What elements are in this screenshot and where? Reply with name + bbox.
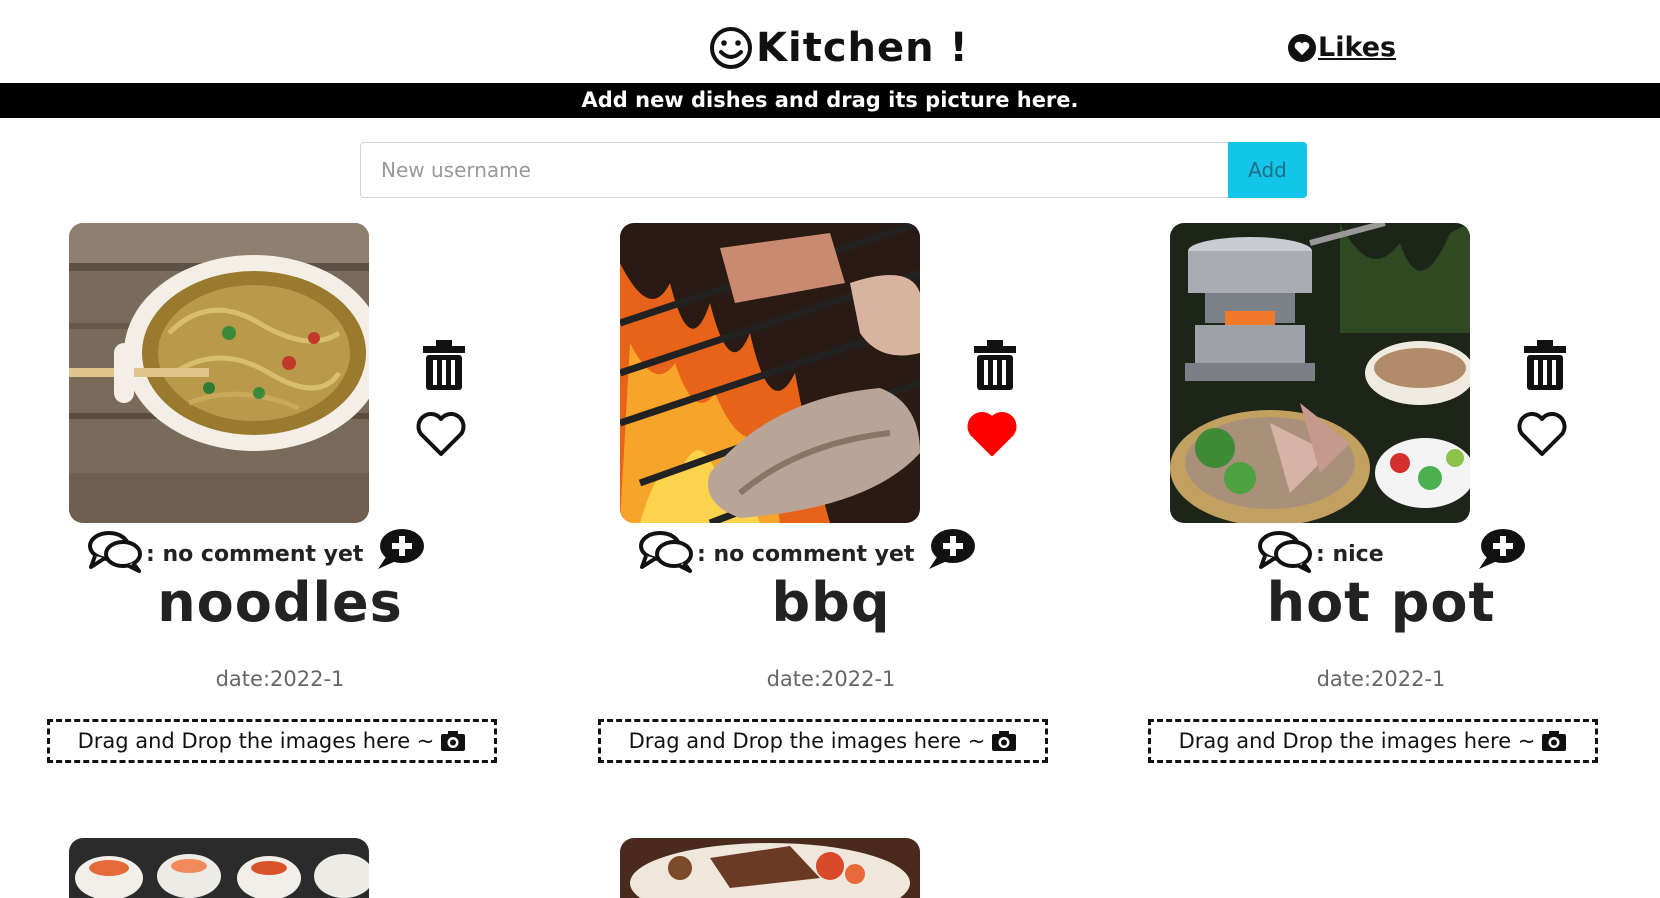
trash-icon[interactable] [1522,340,1568,390]
like-heart-icon[interactable] [415,410,467,458]
header: Kitchen ! Likes [0,0,1660,83]
add-comment-icon[interactable] [376,527,426,573]
dish-photo-partial-sushi [69,838,369,898]
image-drop-zone[interactable]: Drag and Drop the images here ~ [47,719,497,763]
comments-icon [639,531,693,573]
comment-row: : nice [1101,527,1660,573]
add-comment-icon[interactable] [927,527,977,573]
liked-heart-icon[interactable] [966,410,1018,458]
brand-title: Kitchen ! [756,25,969,71]
camera-icon [992,731,1017,751]
smiley-icon [710,27,752,69]
dish-photo-noodles [69,223,369,523]
dish-date: date:2022-1 [215,667,345,691]
dish-photo-hot-pot [1170,223,1470,523]
banner: Add new dishes and drag its picture here… [0,83,1660,118]
comment-text: : no comment yet [697,542,915,567]
comment-text: : no comment yet [146,542,364,567]
add-comment-icon[interactable] [1477,527,1527,573]
heart-icon [1288,33,1316,62]
dish-card-bbq: : no comment yet bbq date:2022-1 Drag an… [551,223,1111,783]
drop-zone-label: Drag and Drop the images here ~ [628,729,986,753]
dish-name: bbq [771,571,891,634]
dish-card-noodles: : no comment yet noodles date:2022-1 Dra… [0,223,560,783]
trash-icon[interactable] [421,340,467,390]
drop-zone-label: Drag and Drop the images here ~ [77,729,435,753]
add-button[interactable]: Add [1228,142,1307,198]
camera-icon [441,731,466,751]
image-drop-zone[interactable]: Drag and Drop the images here ~ [1148,719,1598,763]
dish-name: noodles [157,571,403,634]
dish-date: date:2022-1 [766,667,896,691]
dish-photo-partial-steak [620,838,920,898]
brand: Kitchen ! [708,22,969,74]
new-username-input[interactable] [360,142,1228,198]
comments-icon [1258,531,1312,573]
comments-icon [88,531,142,573]
comment-row: : no comment yet [0,527,560,573]
drop-zone-label: Drag and Drop the images here ~ [1178,729,1536,753]
dish-date: date:2022-1 [1316,667,1446,691]
trash-icon[interactable] [972,340,1018,390]
like-heart-icon[interactable] [1516,410,1568,458]
likes-link[interactable]: Likes [1287,32,1396,63]
comment-row: : no comment yet [551,527,1111,573]
comment-text: : nice [1316,542,1384,567]
dish-name: hot pot [1266,571,1496,634]
image-drop-zone[interactable]: Drag and Drop the images here ~ [598,719,1048,763]
likes-label: Likes [1318,32,1397,63]
dish-card-hot-pot: : nice hot pot date:2022-1 Drag and Drop… [1101,223,1660,783]
search-bar: Add [360,142,1307,198]
dish-photo-bbq [620,223,920,523]
camera-icon [1542,731,1567,751]
